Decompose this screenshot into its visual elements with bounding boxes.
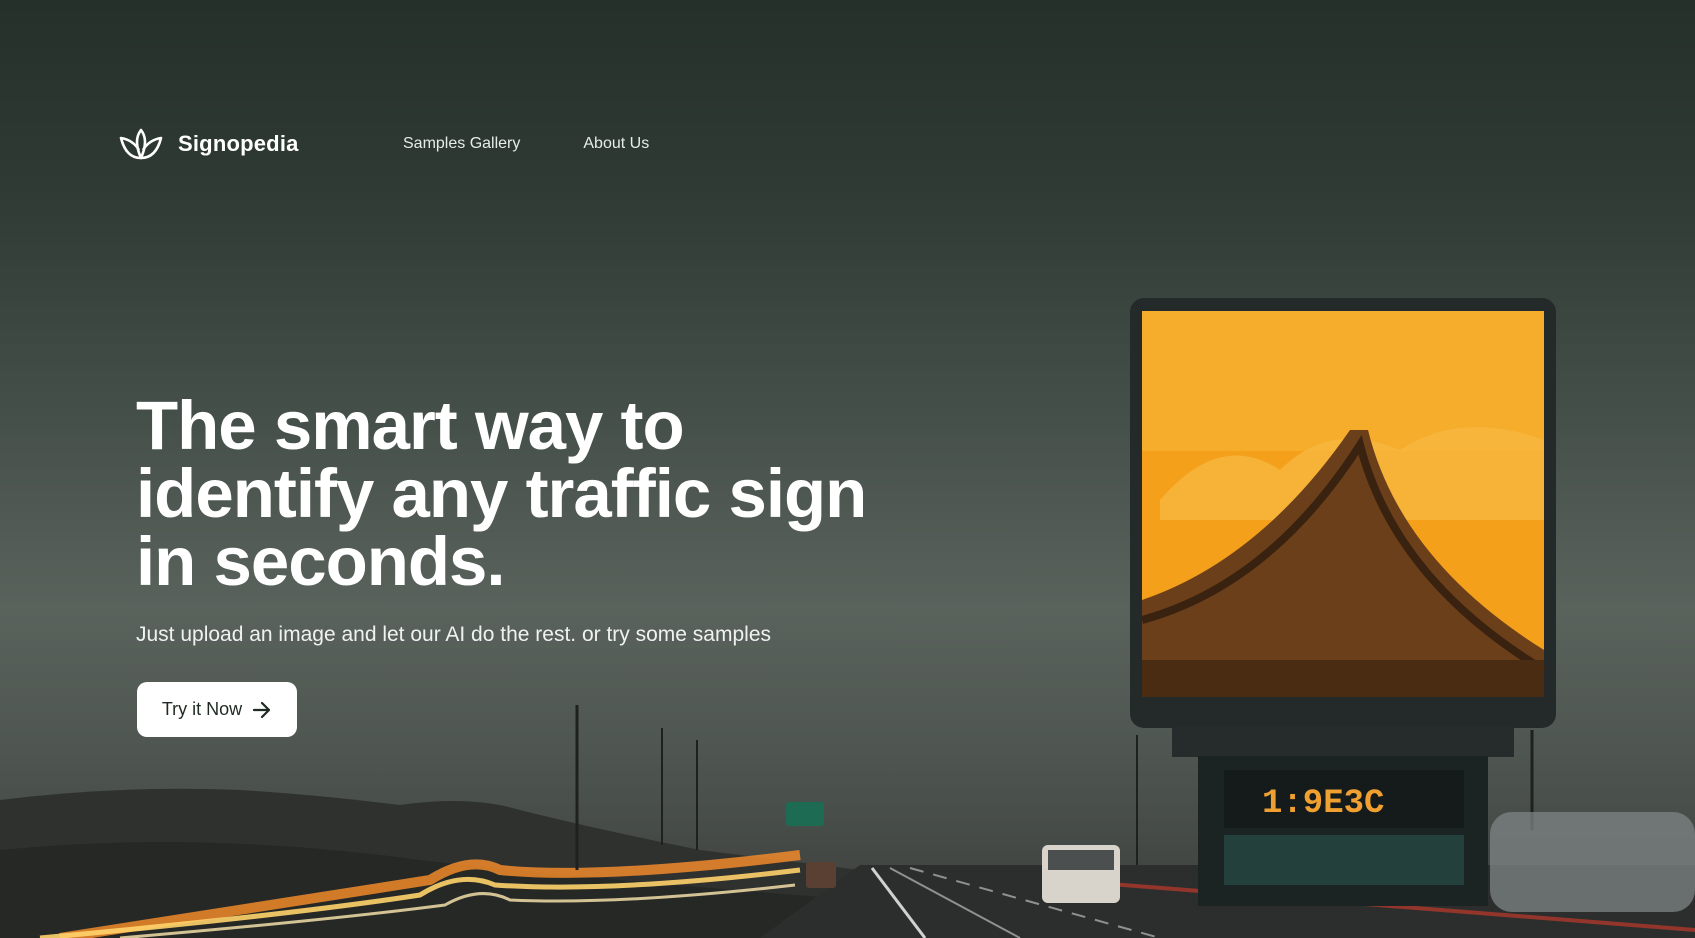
- brand-name: Signopedia: [178, 131, 299, 156]
- nav-samples-gallery[interactable]: Samples Gallery: [403, 135, 520, 153]
- svg-text:1:9E3C: 1:9E3C: [1262, 785, 1384, 823]
- hero-section: The smart way to identify any traffic si…: [136, 387, 936, 647]
- main-nav: Samples Gallery About Us: [403, 135, 649, 153]
- site-header: Signopedia: [118, 124, 299, 164]
- hero-headline: The smart way to identify any traffic si…: [136, 387, 867, 600]
- nav-about-us[interactable]: About Us: [583, 135, 649, 153]
- arrow-right-icon: [253, 701, 271, 718]
- lotus-icon: [119, 128, 163, 160]
- hero-subtitle: Just upload an image and let our AI do t…: [136, 623, 772, 646]
- brand-logo[interactable]: Signopedia: [118, 126, 299, 162]
- try-it-now-label: Try it Now: [161, 699, 243, 719]
- try-it-now-button[interactable]: Try it Now: [137, 682, 297, 737]
